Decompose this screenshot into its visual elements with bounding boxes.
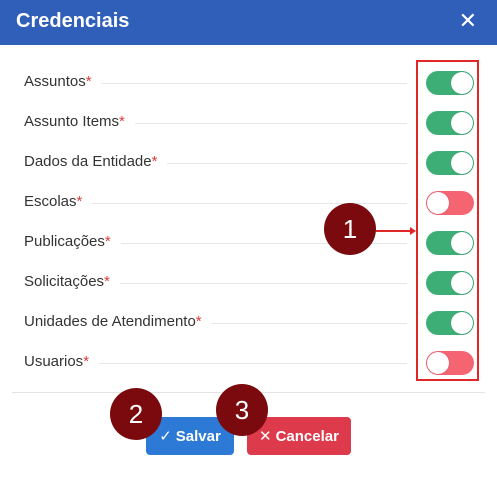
permission-label: Usuarios*	[24, 353, 100, 370]
cancel-button-label: Cancelar	[275, 427, 339, 445]
annotation-arrow-head	[410, 227, 416, 235]
annotation-highlight-box	[416, 60, 479, 381]
save-button-label: Salvar	[175, 427, 221, 445]
close-icon: ✕	[259, 428, 272, 445]
annotation-badge-1: 1	[324, 203, 376, 255]
permission-label: Escolas*	[24, 193, 93, 210]
annotation-badge-3: 3	[216, 384, 268, 436]
permission-label: Solicitações*	[24, 273, 120, 290]
annotation-badge-2: 2	[110, 388, 162, 440]
dialog-header: Credenciais ✕	[0, 0, 497, 45]
dialog-title: Credenciais	[16, 10, 130, 32]
permission-label: Publicações*	[24, 233, 121, 250]
close-icon[interactable]: ✕	[459, 9, 477, 33]
permission-label: Unidades de Atendimento*	[24, 313, 212, 330]
check-icon: ✓	[159, 428, 172, 445]
permission-label: Assuntos*	[24, 73, 102, 90]
permission-label: Dados da Entidade*	[24, 153, 168, 170]
annotation-arrow	[376, 230, 412, 232]
permission-label: Assunto Items*	[24, 113, 135, 130]
